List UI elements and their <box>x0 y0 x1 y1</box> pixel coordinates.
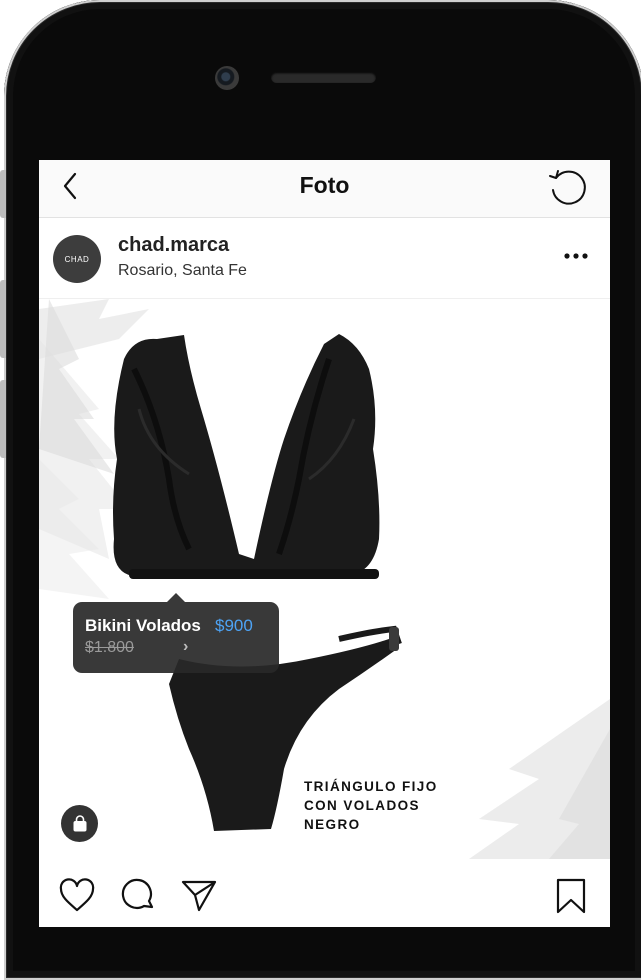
bikini-top <box>113 334 380 579</box>
product-image <box>39 299 610 859</box>
phone-screen: Foto CHAD chad.marca Rosario, Santa Fe B… <box>39 160 610 927</box>
ellipsis-icon <box>564 253 588 259</box>
page-title: Foto <box>299 172 350 198</box>
photo-caption: TRIÁNGULO FIJO CON VOLADOS NEGRO <box>304 777 438 834</box>
earpiece-speaker <box>271 72 376 83</box>
like-button[interactable] <box>57 876 97 916</box>
post-photo[interactable]: Bikini Volados $900 $1.800 › TRIÁNGULO F… <box>39 299 610 859</box>
product-name: Bikini Volados <box>85 616 201 635</box>
caption-line: NEGRO <box>304 817 361 832</box>
shopping-bag-button[interactable] <box>61 805 98 842</box>
share-button[interactable] <box>179 876 219 916</box>
comment-icon <box>121 878 154 909</box>
bookmark-icon <box>556 878 586 914</box>
location[interactable]: Rosario, Santa Fe <box>118 262 247 280</box>
more-options-button[interactable] <box>559 240 599 272</box>
action-bar <box>39 860 610 927</box>
front-camera <box>215 66 239 90</box>
caption-line: CON VOLADOS <box>304 798 420 813</box>
avatar-text: CHAD <box>64 254 90 264</box>
product-tag[interactable]: Bikini Volados $900 $1.800 › <box>73 593 279 673</box>
save-button[interactable] <box>551 876 591 916</box>
refresh-button[interactable] <box>544 164 592 212</box>
send-icon <box>181 880 217 912</box>
username[interactable]: chad.marca <box>118 234 229 257</box>
side-button <box>0 170 6 218</box>
side-button <box>0 380 6 458</box>
product-price: $900 <box>215 616 253 635</box>
side-button <box>0 280 6 358</box>
comment-button[interactable] <box>119 876 159 916</box>
refresh-icon <box>549 170 586 205</box>
shopping-bag-icon <box>73 814 86 831</box>
post-header: CHAD chad.marca Rosario, Santa Fe <box>39 218 610 299</box>
palm-leaf-shadow <box>469 699 610 859</box>
chevron-right-icon: › <box>183 638 189 655</box>
avatar[interactable]: CHAD <box>53 235 101 283</box>
navigation-bar: Foto <box>39 160 610 218</box>
product-old-price: $1.800 <box>85 639 134 656</box>
caption-line: TRIÁNGULO FIJO <box>304 779 438 794</box>
heart-icon <box>59 878 95 912</box>
